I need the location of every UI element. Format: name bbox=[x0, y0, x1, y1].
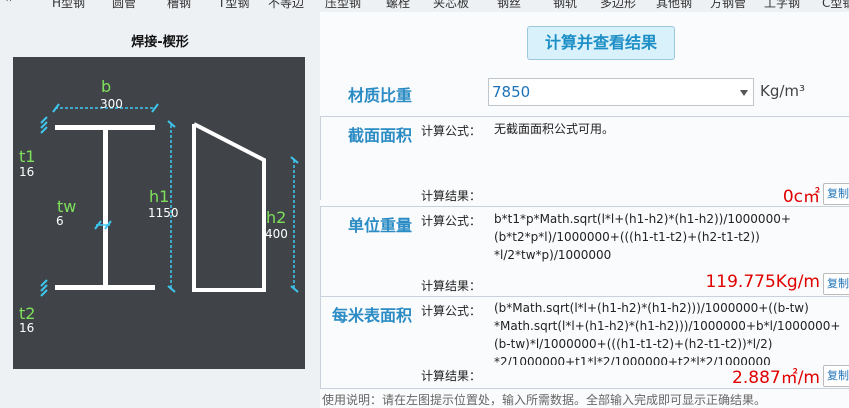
param-b-value[interactable]: 300 bbox=[100, 97, 123, 111]
copy-button[interactable]: 复制 bbox=[823, 273, 849, 295]
param-t1-value[interactable]: 16 bbox=[19, 165, 34, 179]
section-diagram: b 300 t1 16 tw 6 h1 1150 h2 400 t2 16 bbox=[13, 57, 305, 369]
nav-item[interactable]: 工字钢 bbox=[764, 0, 800, 11]
section-area-result-label: 计算结果： bbox=[421, 189, 482, 203]
top-flange bbox=[55, 125, 155, 130]
nav-item[interactable]: 多边形 bbox=[600, 0, 636, 11]
section-bar bbox=[320, 206, 321, 298]
density-value: 7850 bbox=[492, 83, 531, 101]
usage-note: 使用说明：请在左图提示位置处，输入所需数据。全部输入完成即可显示正确结果。 bbox=[322, 393, 767, 407]
unit-weight-result: 119.775Kg/m bbox=[705, 272, 820, 292]
unit-weight-formula: b*t1*p*Math.sqrt(l*l+(h1-h2)*(h1-h2))/10… bbox=[494, 210, 849, 264]
section-bar bbox=[320, 116, 321, 200]
nav-item[interactable]: T型钢 bbox=[218, 0, 249, 11]
wedge-profile bbox=[192, 122, 266, 292]
section-area-formula: 无截面面积公式可用。 bbox=[494, 122, 615, 136]
surface-area-formula-label: 计算公式： bbox=[421, 304, 482, 318]
shape-panel: 焊接-楔形 b 300 t1 16 tw 6 h1 1150 h2 400 t2… bbox=[0, 12, 320, 408]
formula-line: (b-tw)*l/1000000+(((h1-t1-t2)+(h2-t1-t2)… bbox=[494, 337, 773, 351]
section-bar bbox=[320, 296, 321, 388]
divider bbox=[320, 206, 849, 207]
top-nav: ᴴ H型钢 圆管 槽钢 T型钢 不等边 压型钢 螺栓 夹芯板 钢丝 钢轨 多边形… bbox=[0, 0, 849, 12]
nav-item[interactable]: 其他钢 bbox=[656, 0, 692, 11]
section-area-label: 截面面积 bbox=[348, 126, 413, 145]
unit-weight-result-label: 计算结果： bbox=[421, 279, 482, 293]
density-select[interactable]: 7850 bbox=[488, 78, 754, 106]
section-area-result: 0c㎡ bbox=[782, 187, 820, 207]
divider bbox=[320, 296, 849, 297]
param-t2-value[interactable]: 16 bbox=[19, 321, 34, 335]
nav-item[interactable]: 槽钢 bbox=[167, 0, 191, 11]
param-tw-value[interactable]: 6 bbox=[56, 214, 64, 228]
formula-line: (b*t2*p*l)/1000000+(((h1-t1-t2)+(h2-t1-t… bbox=[494, 230, 760, 244]
nav-item[interactable]: 圆管 bbox=[112, 0, 136, 11]
param-h1-value[interactable]: 1150 bbox=[148, 206, 179, 220]
surface-area-result: 2.887㎡/m bbox=[732, 368, 820, 388]
section-area-formula-label: 计算公式： bbox=[421, 124, 482, 138]
formula-line: *l/2*tw*p)/1000000 bbox=[494, 248, 612, 262]
nav-item[interactable]: 方钢管 bbox=[710, 0, 746, 11]
copy-button[interactable]: 复制 bbox=[823, 183, 849, 205]
nav-item[interactable]: 夹芯板 bbox=[433, 0, 469, 11]
copy-button[interactable]: 复制 bbox=[823, 365, 849, 387]
nav-item[interactable]: C型钢 bbox=[822, 0, 849, 11]
unit-weight-formula-label: 计算公式： bbox=[421, 214, 482, 228]
nav-icon: ᴴ bbox=[6, 0, 12, 8]
param-h2-value[interactable]: 400 bbox=[265, 227, 288, 241]
param-t1-label: t1 bbox=[19, 147, 36, 166]
surface-area-result-label: 计算结果： bbox=[421, 369, 482, 383]
nav-item[interactable]: 压型钢 bbox=[325, 0, 361, 11]
divider bbox=[320, 116, 849, 117]
param-h1-label: h1 bbox=[149, 187, 170, 206]
surface-area-label: 每米表面积 bbox=[332, 306, 413, 325]
surface-area-formula: (b*Math.sqrt(l*l+(h1-h2)*(h1-h2)))/10000… bbox=[494, 299, 849, 365]
param-b-label: b bbox=[101, 77, 112, 96]
shape-title: 焊接-楔形 bbox=[131, 35, 189, 50]
nav-item[interactable]: 钢丝 bbox=[497, 0, 521, 11]
chevron-down-icon bbox=[740, 90, 748, 96]
unit-weight-label: 单位重量 bbox=[348, 216, 413, 235]
formula-line: (b*Math.sqrt(l*l+(h1-h2)*(h1-h2)))/10000… bbox=[494, 301, 809, 315]
bottom-flange bbox=[55, 285, 155, 290]
density-unit: Kg/m³ bbox=[760, 82, 806, 100]
formula-line: b*t1*p*Math.sqrt(l*l+(h1-h2)*(h1-h2))/10… bbox=[494, 212, 791, 226]
web bbox=[103, 130, 108, 285]
nav-item[interactable]: 钢轨 bbox=[553, 0, 577, 11]
calc-panel: 计算并查看结果 材质比重 7850 Kg/m³ 截面面积 计算公式： 无截面面积… bbox=[320, 12, 849, 408]
calculate-button[interactable]: 计算并查看结果 bbox=[527, 26, 675, 60]
nav-item[interactable]: H型钢 bbox=[52, 0, 85, 11]
param-h2-label: h2 bbox=[266, 208, 287, 227]
nav-item[interactable]: 螺栓 bbox=[386, 0, 410, 11]
divider bbox=[320, 388, 849, 389]
nav-item[interactable]: 不等边 bbox=[268, 0, 304, 11]
formula-line: *Math.sqrt(l*l+(h1-h2)*(h1-h2)))/1000000… bbox=[494, 319, 841, 333]
density-label: 材质比重 bbox=[348, 86, 413, 105]
